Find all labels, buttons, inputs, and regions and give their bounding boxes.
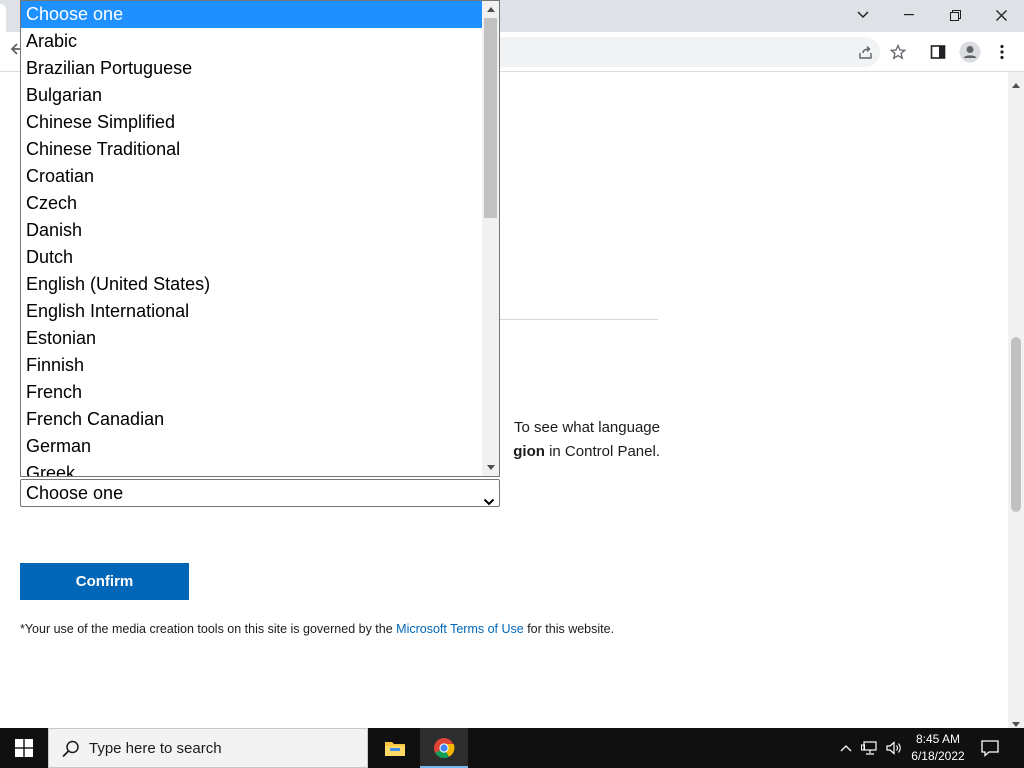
dropdown-scrollbar[interactable] [482,1,499,476]
dropdown-option[interactable]: French [21,379,483,406]
scroll-up-arrow-icon[interactable] [482,1,499,18]
page-scroll-up-icon[interactable] [1011,75,1021,88]
bookmark-star-icon[interactable] [886,40,910,64]
clock-date: 6/18/2022 [911,749,965,763]
search-icon [61,739,81,759]
dropdown-option[interactable]: Chinese Traditional [21,136,483,163]
windows-taskbar: Type here to search 8:45 AM 6/18/2022 [0,728,1024,768]
dropdown-option[interactable]: Chinese Simplified [21,109,483,136]
dropdown-option[interactable]: Bulgarian [21,82,483,109]
dropdown-option[interactable]: English International [21,298,483,325]
search-placeholder: Type here to search [89,740,222,757]
taskbar-search-box[interactable]: Type here to search [48,728,368,768]
page-scroll-down-icon[interactable] [1011,715,1021,727]
windows-start-icon[interactable] [0,728,48,768]
dropdown-option[interactable]: Choose one [21,1,483,28]
dropdown-option[interactable]: English (United States) [21,271,483,298]
dropdown-option[interactable]: French Canadian [21,406,483,433]
file-explorer-icon[interactable] [371,728,419,768]
language-select-value: Choose one [26,483,124,503]
dropdown-option[interactable]: Croatian [21,163,483,190]
help-text-line-2: in Control Panel. [544,443,660,460]
dropdown-option[interactable]: Estonian [21,325,483,352]
taskbar-clock[interactable]: 8:45 AM 6/18/2022 [905,731,971,765]
dropdown-option[interactable]: Dutch [21,244,483,271]
active-tab-edge[interactable] [0,4,6,32]
help-text-line-1: To see what language [514,419,660,436]
side-panel-icon[interactable] [926,40,950,64]
page-scrollbar[interactable] [1008,72,1024,728]
dropdown-option[interactable]: German [21,433,483,460]
chevron-down-icon [483,488,495,506]
share-icon[interactable] [854,40,878,64]
tab-search-chevron-icon[interactable] [840,0,886,30]
dropdown-option[interactable]: Czech [21,190,483,217]
dropdown-option[interactable]: Arabic [21,28,483,55]
language-select[interactable]: Choose one [20,479,500,507]
scroll-down-arrow-icon[interactable] [482,459,499,476]
terms-text-after: for this website. [523,622,615,636]
terms-footnote: *Your use of the media creation tools on… [20,622,614,636]
language-dropdown-list[interactable]: Choose one Arabic Brazilian Portuguese Bulg… [20,0,500,477]
clock-time: 8:45 AM [915,732,961,746]
confirm-button[interactable]: Confirm [20,563,189,600]
kebab-menu-icon[interactable] [990,40,1014,64]
close-icon[interactable] [978,0,1024,30]
dropdown-option[interactable]: Finnish [21,352,483,379]
terms-text-before: *Your use of the media creation tools on… [20,622,397,636]
dropdown-options: Choose one Arabic Brazilian Portuguese Bulg… [21,1,483,476]
chrome-taskbar-icon[interactable] [420,728,468,768]
notification-center-icon[interactable] [980,738,1002,758]
show-hidden-icons-chevron-icon[interactable] [836,738,856,758]
help-text-bold: gion [513,443,545,460]
restore-icon[interactable] [932,0,978,30]
dropdown-option[interactable]: Brazilian Portuguese [21,55,483,82]
page-scroll-thumb[interactable] [1011,337,1021,512]
dropdown-scroll-thumb[interactable] [484,18,497,218]
volume-icon[interactable] [884,738,904,758]
network-icon[interactable] [860,738,880,758]
dropdown-option[interactable]: Greek [21,460,483,476]
terms-of-use-link[interactable]: Microsoft Terms of Use [396,622,524,636]
minimize-icon[interactable] [886,0,932,30]
profile-avatar-icon[interactable] [958,40,982,64]
dropdown-option[interactable]: Danish [21,217,483,244]
